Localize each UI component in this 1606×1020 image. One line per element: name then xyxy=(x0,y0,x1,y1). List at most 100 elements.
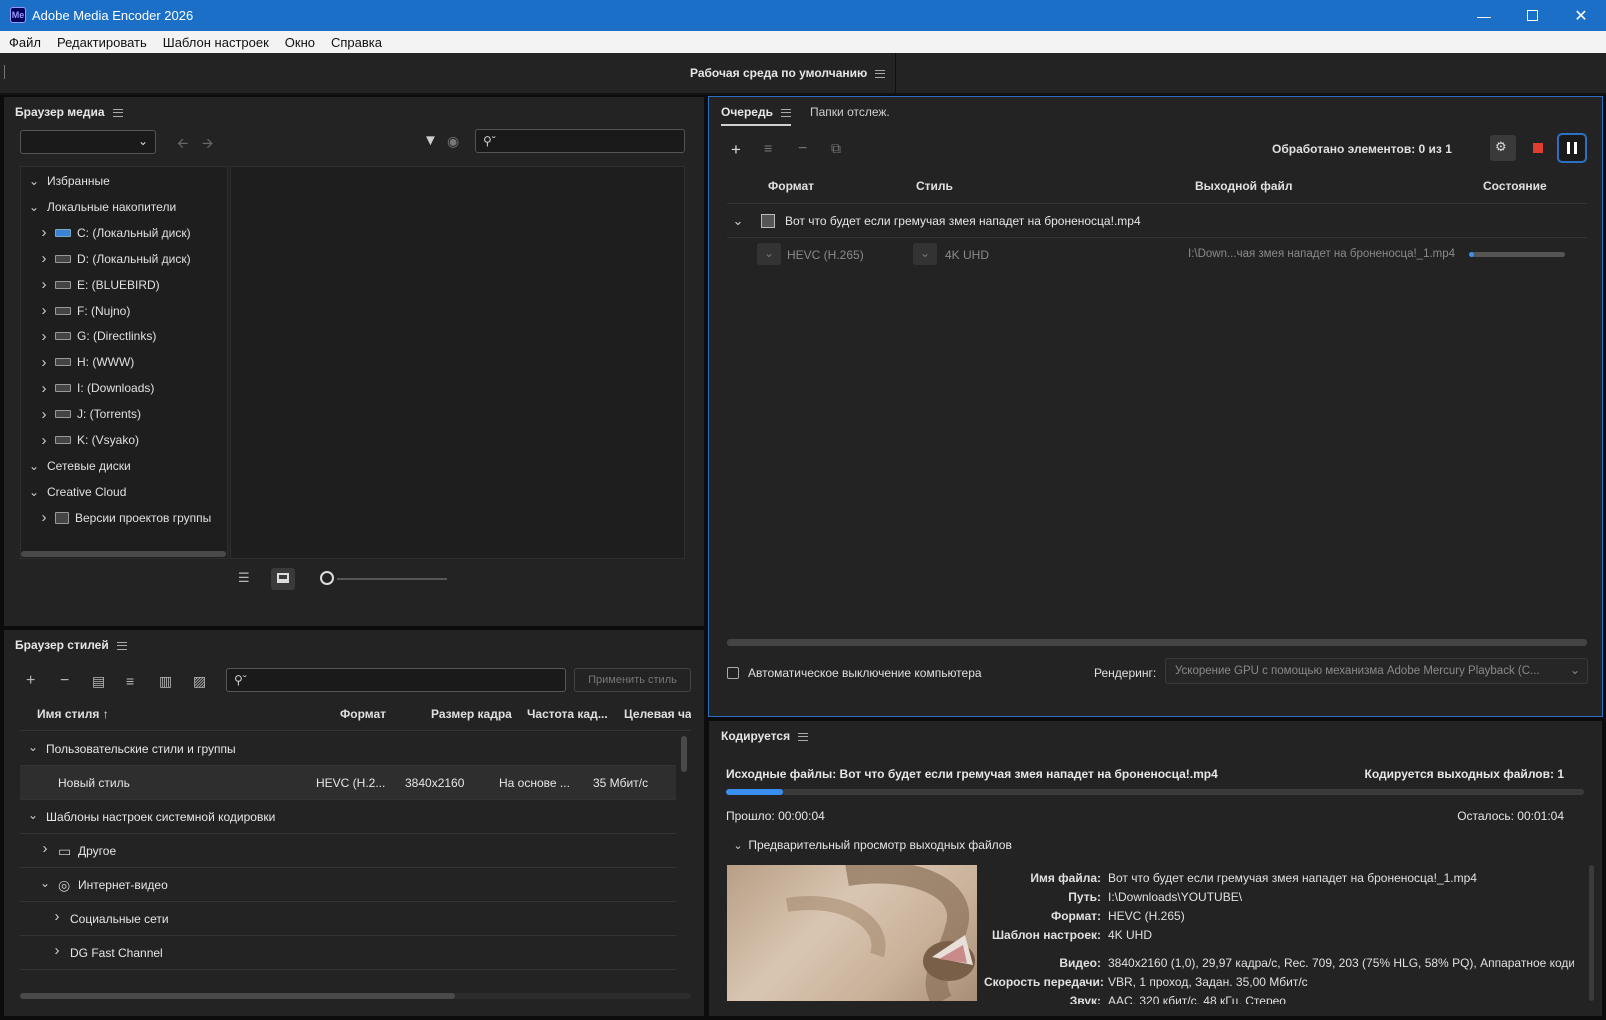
style-row[interactable]: ⌄ ◎ Интернет-видео xyxy=(20,868,676,902)
tree-item[interactable]: › G: (Directlinks) xyxy=(37,324,157,348)
tab-queue[interactable]: Очередь xyxy=(721,105,791,126)
chevron-right-icon[interactable]: › xyxy=(37,509,51,526)
style-row[interactable]: › DG Fast Channel xyxy=(20,936,676,970)
chevron-right-icon[interactable]: › xyxy=(37,250,51,267)
chevron-right-icon[interactable]: › xyxy=(37,302,51,319)
col-format[interactable]: Формат xyxy=(340,707,386,721)
eye-icon[interactable]: ◉ xyxy=(447,133,459,150)
tree-item[interactable]: › C: (Локальный диск) xyxy=(37,221,191,245)
details-scrollbar[interactable] xyxy=(1589,865,1594,1001)
style-search-input[interactable]: ⚲ˇ xyxy=(226,668,566,692)
tree-item[interactable]: › E: (BLUEBIRD) xyxy=(37,273,160,297)
tree-item[interactable]: › I: (Downloads) xyxy=(37,376,155,400)
tree-item[interactable]: ⌄ Сетевые диски xyxy=(27,454,131,478)
chevron-down-icon[interactable]: ⌄ xyxy=(27,459,41,473)
export-icon[interactable]: ▨ xyxy=(193,673,206,690)
remove-style-icon[interactable]: − xyxy=(60,672,69,690)
col-frame-size[interactable]: Размер кадра xyxy=(431,707,512,721)
chevron-right-icon[interactable]: › xyxy=(37,406,51,423)
close-button[interactable]: ✕ xyxy=(1556,0,1606,31)
stop-icon[interactable] xyxy=(1533,143,1543,153)
preview-toggle[interactable]: ⌄ Предварительный просмотр выходных файл… xyxy=(731,838,1011,852)
queue-output-row[interactable]: ⌄ HEVC (H.265) ⌄ 4K UHD I:\Down...чая зм… xyxy=(727,238,1587,272)
chevron-right-icon[interactable]: › xyxy=(37,328,51,345)
style-browser-menu-icon[interactable] xyxy=(116,641,127,650)
chevron-down-icon[interactable]: ⌄ xyxy=(27,200,41,214)
minimize-button[interactable]: — xyxy=(1460,0,1508,31)
chevron-down-icon[interactable]: ⌄ xyxy=(26,808,40,822)
pause-button[interactable] xyxy=(1557,133,1587,163)
queue-menu-icon[interactable] xyxy=(780,108,791,117)
back-arrow-icon[interactable]: 🡨 xyxy=(177,133,188,157)
queue-source-row[interactable]: ⌄ Вот что будет если гремучая змея напад… xyxy=(727,204,1587,238)
tree-item[interactable]: › Версии проектов группы xyxy=(37,506,212,530)
queue-col-format[interactable]: Формат xyxy=(768,179,814,193)
style-row[interactable]: ⌄ Шаблоны настроек системной кодировки xyxy=(20,800,676,834)
tree-scrollbar[interactable] xyxy=(21,551,226,557)
queue-col-preset[interactable]: Стиль xyxy=(916,179,953,193)
menu-help[interactable]: Справка xyxy=(331,35,382,50)
encoding-menu-icon[interactable] xyxy=(798,732,809,741)
chevron-right-icon[interactable]: › xyxy=(37,380,51,397)
queue-hscroll[interactable] xyxy=(727,639,1587,646)
thumbnail-view-button[interactable] xyxy=(271,568,295,590)
chevron-down-icon[interactable]: ⌄ xyxy=(38,876,52,890)
output-preset[interactable]: 4K UHD xyxy=(945,248,989,262)
media-browser-menu-icon[interactable] xyxy=(112,108,123,117)
settings-icon[interactable]: ≡ xyxy=(126,673,134,689)
auto-encode-button[interactable]: ⚙ xyxy=(1490,135,1516,161)
zoom-slider-handle[interactable] xyxy=(320,571,334,585)
menu-preset[interactable]: Шаблон настроек xyxy=(163,35,269,50)
renderer-dropdown[interactable]: Ускорение GPU с помощью механизма Adobe … xyxy=(1165,658,1588,684)
tree-item[interactable]: › D: (Локальный диск) xyxy=(37,247,191,271)
queue-col-status[interactable]: Состояние xyxy=(1483,179,1547,193)
style-hscroll-track[interactable] xyxy=(20,993,691,999)
tree-item[interactable]: ⌄ Creative Cloud xyxy=(27,480,126,504)
list-view-icon[interactable]: ☰ xyxy=(238,570,250,586)
forward-arrow-icon[interactable]: 🡪 xyxy=(202,133,213,157)
location-dropdown[interactable]: ⌄ xyxy=(20,130,156,154)
chevron-right-icon[interactable]: › xyxy=(37,432,51,449)
chevron-right-icon[interactable]: › xyxy=(37,276,51,293)
output-format[interactable]: HEVC (H.265) xyxy=(787,248,864,262)
tree-item[interactable]: ⌄ Локальные накопители xyxy=(27,195,176,219)
workspace-menu-icon[interactable] xyxy=(875,69,886,78)
title-bar[interactable]: Me Adobe Media Encoder 2026 — ✕ xyxy=(0,0,1606,31)
preset-dropdown-icon[interactable]: ⌄ xyxy=(913,243,937,265)
tree-item[interactable]: ⌄ Избранные xyxy=(27,169,110,193)
chevron-down-icon[interactable]: ⌄ xyxy=(27,485,41,499)
apply-style-button[interactable]: Применить стиль xyxy=(574,668,691,692)
output-file[interactable]: I:\Down...чая змея нападет на броненосца… xyxy=(1188,248,1455,260)
col-target-bitrate[interactable]: Целевая ча xyxy=(624,707,691,721)
zoom-slider-track[interactable] xyxy=(337,578,447,580)
duplicate-icon[interactable]: ⧉ xyxy=(831,140,841,157)
col-style-name[interactable]: Имя стиля ↑ xyxy=(37,707,109,721)
tree-item[interactable]: › F: (Nujno) xyxy=(37,299,131,323)
tree-item[interactable]: › H: (WWW) xyxy=(37,350,135,374)
add-style-icon[interactable]: + xyxy=(26,672,35,690)
style-row[interactable]: › Социальные сети xyxy=(20,902,676,936)
col-frame-rate[interactable]: Частота кад... xyxy=(527,707,608,721)
style-hscroll-thumb[interactable] xyxy=(20,993,455,999)
style-row[interactable]: ⌄ Пользовательские стили и группы xyxy=(20,732,676,766)
maximize-button[interactable] xyxy=(1508,0,1556,31)
add-source-icon[interactable]: + xyxy=(731,140,741,160)
chevron-right-icon[interactable]: › xyxy=(37,354,51,371)
chevron-down-icon[interactable]: ⌄ xyxy=(27,174,41,188)
chevron-right-icon[interactable]: › xyxy=(37,224,51,241)
media-search-input[interactable]: ⚲ˇ xyxy=(475,129,685,153)
chevron-down-icon[interactable]: ⌄ xyxy=(731,213,745,229)
queue-col-output[interactable]: Выходной файл xyxy=(1195,179,1293,193)
workspace-tab[interactable]: Рабочая среда по умолчанию xyxy=(690,66,886,80)
menu-window[interactable]: Окно xyxy=(285,35,315,50)
remove-item-icon[interactable]: − xyxy=(798,140,807,158)
chevron-right-icon[interactable]: › xyxy=(50,908,64,925)
filter-icon[interactable]: ▼ xyxy=(423,132,438,149)
new-group-icon[interactable]: ▤ xyxy=(92,673,105,690)
chevron-down-icon[interactable]: ⌄ xyxy=(26,740,40,754)
chevron-right-icon[interactable]: › xyxy=(38,840,52,857)
format-dropdown-icon[interactable]: ⌄ xyxy=(757,243,781,265)
chevron-right-icon[interactable]: › xyxy=(50,942,64,959)
menu-edit[interactable]: Редактировать xyxy=(57,35,147,50)
style-list-scrollbar[interactable] xyxy=(681,736,687,772)
